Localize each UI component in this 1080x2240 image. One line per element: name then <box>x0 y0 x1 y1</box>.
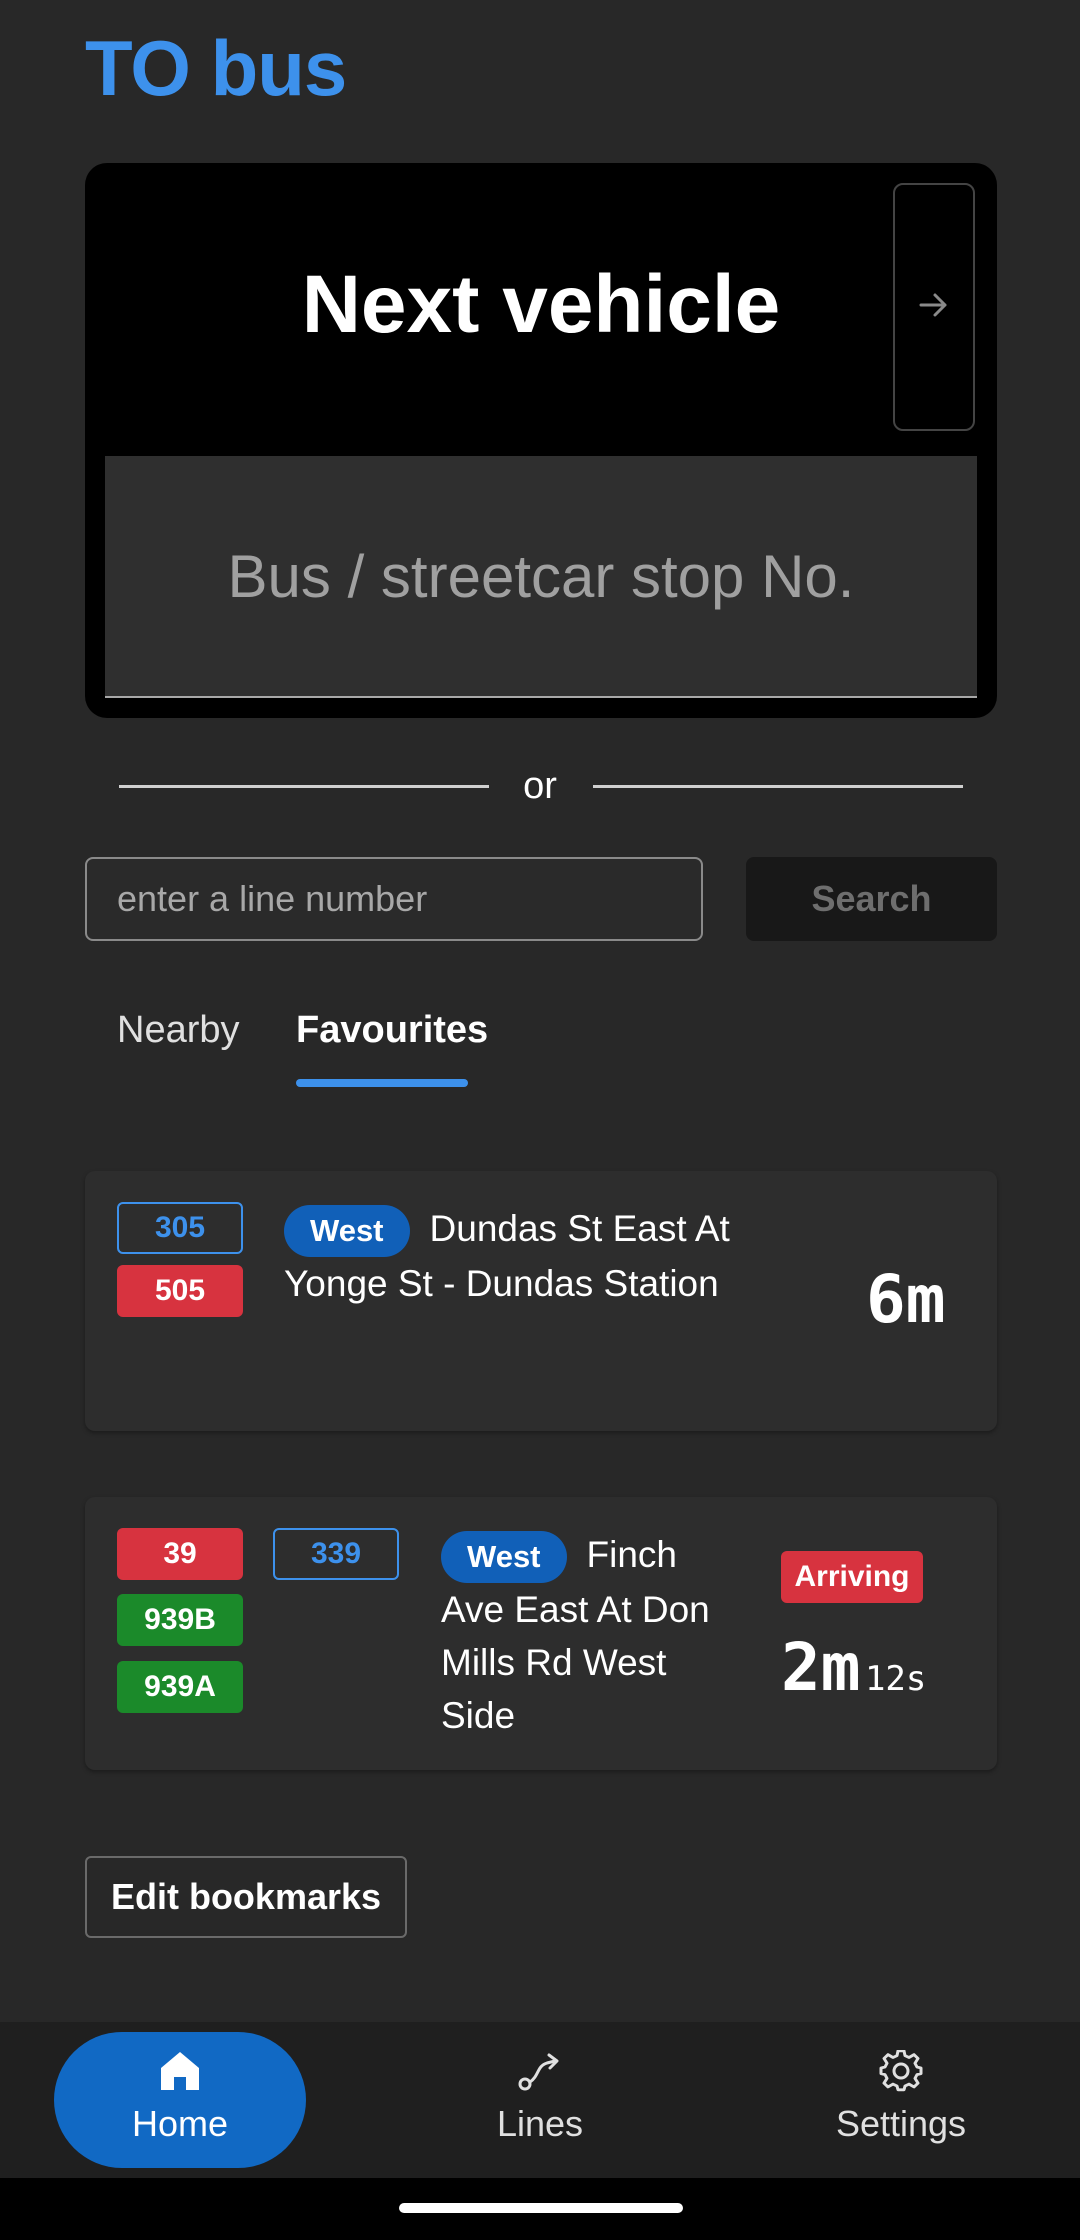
search-button[interactable]: Search <box>746 857 997 941</box>
home-icon <box>50 2050 310 2094</box>
route-badge: 939A <box>117 1661 243 1713</box>
home-indicator[interactable] <box>399 2203 683 2213</box>
direction-pill: West <box>284 1205 410 1258</box>
divider-or-text: or <box>523 765 557 807</box>
stop-description: West Finch Ave East At Don Mills Rd West … <box>441 1528 731 1742</box>
tab-nearby[interactable]: Nearby <box>117 1005 240 1055</box>
nav-settings-label[interactable]: Settings <box>771 2101 1031 2147</box>
route-icon[interactable] <box>410 2050 670 2094</box>
next-vehicle-go-button[interactable] <box>893 183 975 431</box>
nav-home-label: Home <box>131 2103 229 2144</box>
line-number-input[interactable] <box>85 857 703 941</box>
nav-lines-label[interactable]: Lines <box>410 2101 670 2147</box>
eta: 2m 12s <box>781 1628 926 1708</box>
eta-seconds: 12s <box>864 1659 927 1699</box>
next-vehicle-title: Next vehicle <box>301 259 781 350</box>
app-title: TO bus <box>85 24 347 112</box>
direction-pill: West <box>441 1531 567 1584</box>
stop-number-input[interactable] <box>105 456 977 698</box>
divider-line-left <box>119 785 489 788</box>
eta-minutes: 2m <box>781 1629 861 1706</box>
route-badge: 305 <box>117 1202 243 1254</box>
gear-icon[interactable] <box>771 2050 1031 2094</box>
route-badge: 939B <box>117 1594 243 1646</box>
arriving-badge: Arriving <box>781 1551 923 1603</box>
eta-minutes: 6m <box>866 1261 946 1338</box>
route-badge: 505 <box>117 1265 243 1317</box>
divider-line-right <box>593 785 963 788</box>
route-badge: 39 <box>117 1528 243 1580</box>
tab-favourites[interactable]: Favourites <box>296 1005 488 1055</box>
edit-bookmarks-button[interactable]: Edit bookmarks <box>85 1856 407 1938</box>
arrow-right-icon <box>919 288 949 327</box>
active-tab-indicator <box>296 1079 468 1087</box>
stop-description: West Dundas St East At Yonge St - Dundas … <box>284 1202 754 1310</box>
route-badge: 339 <box>273 1528 399 1580</box>
